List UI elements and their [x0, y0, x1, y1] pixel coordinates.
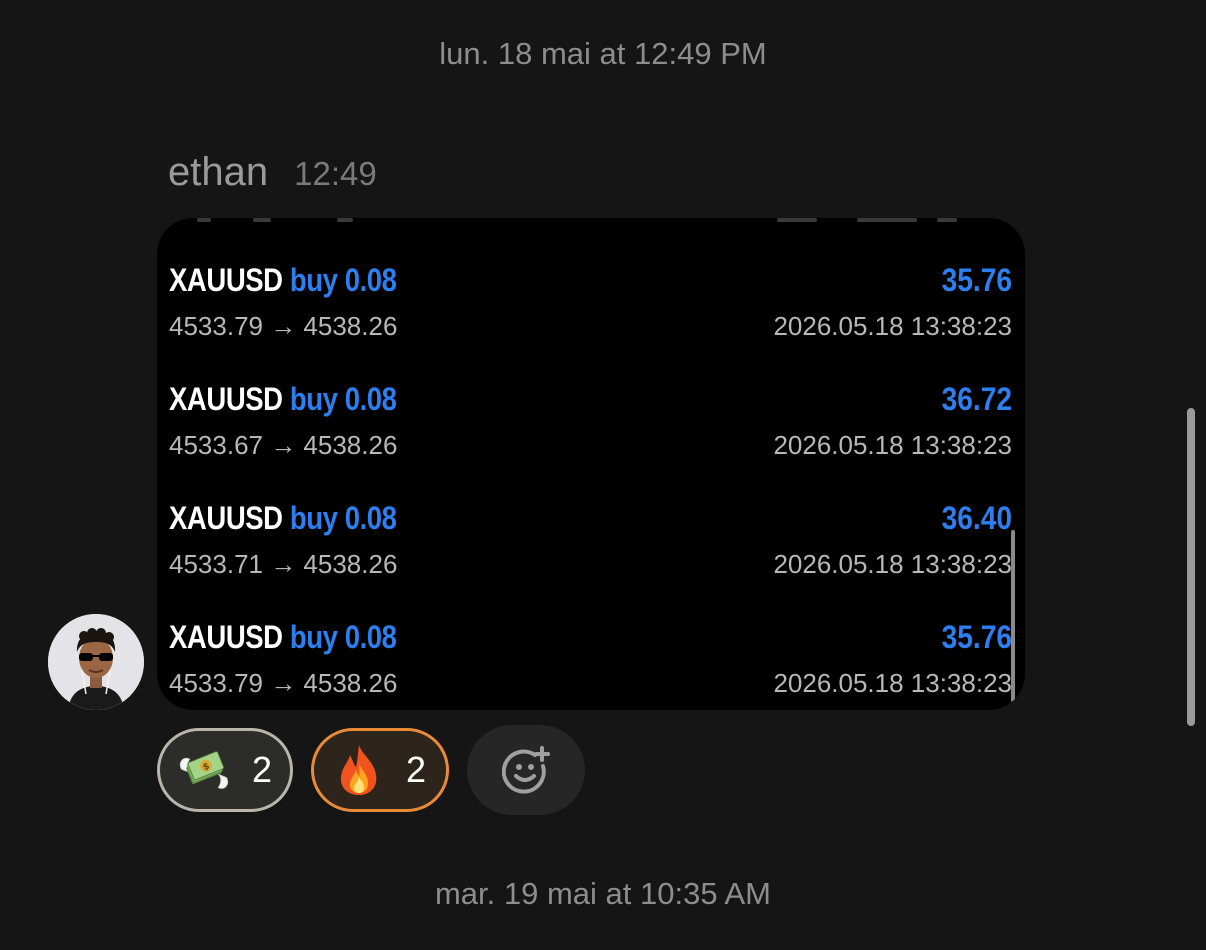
author-name[interactable]: ethan [168, 150, 268, 195]
chat-scrollbar[interactable] [1187, 408, 1195, 726]
date-separator-top: lun. 18 mai at 12:49 PM [0, 36, 1206, 72]
reaction-money-with-wings[interactable]: $ 2 [157, 728, 293, 812]
clipped-text-fragment [937, 218, 957, 222]
clipped-text-fragment [253, 218, 271, 222]
add-reaction-icon [502, 746, 550, 794]
add-reaction-button[interactable] [467, 725, 585, 815]
trade-row: XAUUSD buy 0.08 35.76 4533.79 → 4538.26 … [169, 262, 1012, 362]
trade-symbol: XAUUSD [169, 619, 283, 655]
trade-row: XAUUSD buy 0.08 35.76 4533.79 → 4538.26 … [169, 619, 1012, 710]
clipped-text-fragment [337, 218, 353, 222]
date-connector: at [605, 876, 632, 911]
clipped-text-fragment [197, 218, 211, 222]
trade-title: XAUUSD buy 0.08 [169, 619, 397, 656]
trade-side: buy 0.08 [289, 500, 397, 536]
trade-title: XAUUSD buy 0.08 [169, 381, 397, 418]
date-day: mar. 19 mai [434, 876, 597, 911]
message-header: ethan 12:49 [168, 150, 377, 195]
reaction-count: 2 [251, 749, 272, 790]
date-connector: at [599, 36, 626, 71]
trade-profit: 35.76 [941, 619, 1012, 655]
trade-side: buy 0.08 [289, 381, 397, 417]
card-scrollbar[interactable] [1011, 530, 1015, 702]
clipped-text-fragment [857, 218, 917, 222]
fire-icon [340, 745, 377, 795]
trade-prices: 4533.79 → 4538.26 [169, 668, 398, 698]
trade-symbol: XAUUSD [169, 381, 283, 417]
reaction-count: 2 [405, 749, 427, 790]
trade-side: buy 0.08 [289, 619, 397, 655]
message-timestamp: 12:49 [294, 155, 377, 192]
date-time: 12:49 PM [634, 36, 767, 71]
trade-title: XAUUSD buy 0.08 [169, 500, 397, 537]
trade-datetime: 2026.05.18 13:38:23 [773, 549, 1012, 579]
money-with-wings-icon: $ [179, 751, 229, 789]
trade-profit: 35.76 [941, 262, 1012, 298]
trade-prices: 4533.67 → 4538.26 [169, 430, 398, 460]
trade-symbol: XAUUSD [169, 500, 283, 536]
avatar[interactable] [48, 614, 144, 710]
date-time: 10:35 AM [640, 876, 772, 911]
trade-row: XAUUSD buy 0.08 36.72 4533.67 → 4538.26 … [169, 381, 1012, 481]
trade-symbol: XAUUSD [169, 262, 283, 298]
trade-row: XAUUSD buy 0.08 36.40 4533.71 → 4538.26 … [169, 500, 1012, 600]
reaction-fire[interactable]: 2 [311, 728, 449, 812]
trade-datetime: 2026.05.18 13:38:23 [773, 668, 1012, 698]
trade-side: buy 0.08 [289, 262, 397, 298]
trade-profit: 36.40 [941, 500, 1012, 536]
trade-datetime: 2026.05.18 13:38:23 [773, 430, 1012, 460]
trade-prices: 4533.71 → 4538.26 [169, 549, 398, 579]
trade-title: XAUUSD buy 0.08 [169, 262, 397, 299]
trade-list-card[interactable]: XAUUSD buy 0.08 35.76 4533.79 → 4538.26 … [157, 218, 1025, 710]
date-separator-bottom: mar. 19 mai at 10:35 AM [0, 876, 1206, 912]
clipped-text-fragment [777, 218, 817, 222]
trade-datetime: 2026.05.18 13:38:23 [773, 311, 1012, 341]
trade-profit: 36.72 [941, 381, 1012, 417]
trade-prices: 4533.79 → 4538.26 [169, 311, 398, 341]
reactions-bar: $ 2 2 [157, 725, 585, 815]
avatar-image [48, 614, 144, 710]
date-day: lun. 18 mai [439, 36, 591, 71]
